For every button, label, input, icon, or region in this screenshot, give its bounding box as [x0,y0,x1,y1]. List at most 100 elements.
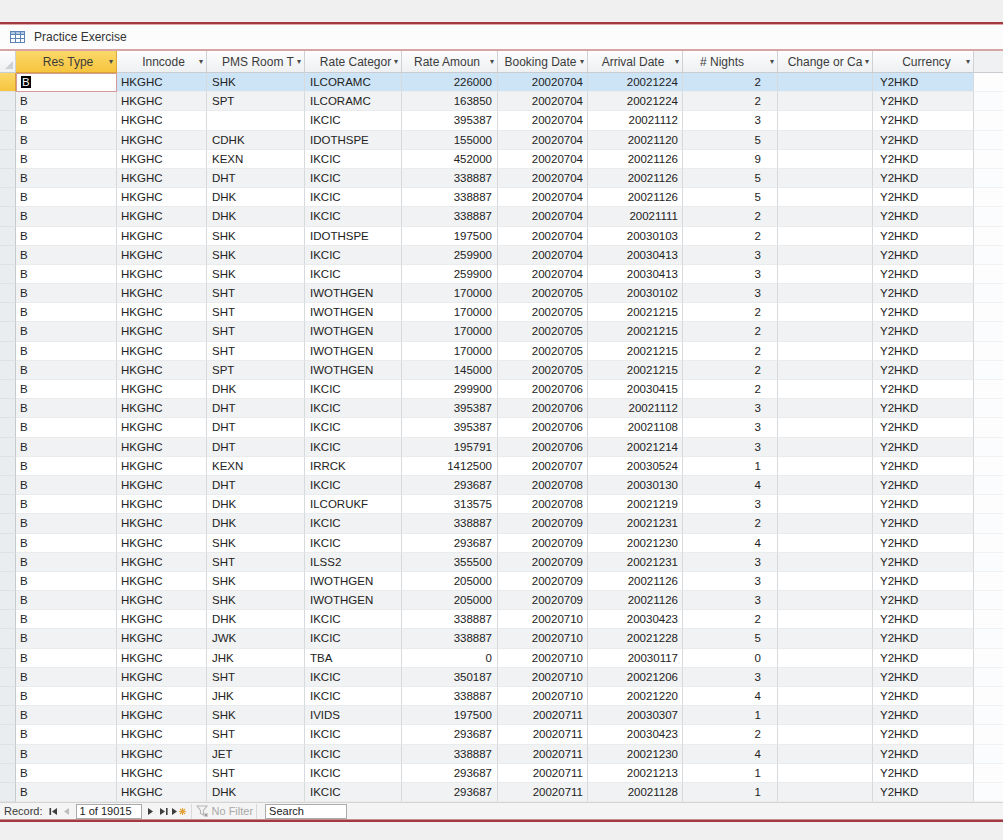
cell-rate-category[interactable]: IKCIC [305,418,402,437]
cell-currency[interactable]: Y2HKD [873,553,974,572]
cell-rate-amount[interactable]: 226000 [402,73,498,92]
cell-nights[interactable]: 3 [683,284,778,303]
object-tab-title[interactable]: Practice Exercise [34,30,127,44]
cell-change-or-cancel[interactable] [778,361,873,380]
cell-currency[interactable]: Y2HKD [873,591,974,610]
cell-currency[interactable]: Y2HKD [873,322,974,341]
cell-inncode[interactable]: HKGHC [117,572,207,591]
cell-currency[interactable]: Y2HKD [873,649,974,668]
cell-arrival-date[interactable]: 20021230 [588,534,683,553]
cell-booking-date[interactable]: 20020711 [498,725,588,744]
cell-inncode[interactable]: HKGHC [117,495,207,514]
next-record-icon[interactable] [145,804,158,819]
cell-currency[interactable]: Y2HKD [873,572,974,591]
cell-rate-category[interactable]: IDOTHSPE [305,131,402,150]
cell-arrival-date[interactable]: 20021215 [588,303,683,322]
cell-rate-amount[interactable]: 293687 [402,783,498,802]
cell-change-or-cancel[interactable] [778,706,873,725]
cell-booking-date[interactable]: 20020711 [498,764,588,783]
cell-rate-amount[interactable]: 205000 [402,591,498,610]
cell-inncode[interactable]: HKGHC [117,514,207,533]
cell-currency[interactable]: Y2HKD [873,610,974,629]
cell-change-or-cancel[interactable] [778,322,873,341]
cell-room-type[interactable]: JHK [207,687,305,706]
cell-nights[interactable]: 2 [683,303,778,322]
cell-arrival-date[interactable]: 20021214 [588,438,683,457]
cell-booking-date[interactable]: 20020710 [498,629,588,648]
cell-arrival-date[interactable]: 20021126 [588,150,683,169]
cell-nights[interactable]: 4 [683,476,778,495]
cell-res-type[interactable]: B [16,649,117,668]
cell-res-type[interactable]: B [16,687,117,706]
cell-rate-amount[interactable]: 170000 [402,284,498,303]
cell-rate-category[interactable]: IKCIC [305,629,402,648]
cell-booking-date[interactable]: 20020705 [498,284,588,303]
cell-rate-category[interactable]: IKCIC [305,399,402,418]
cell-res-type[interactable]: B [16,284,117,303]
cell-nights[interactable]: 2 [683,725,778,744]
cell-res-type[interactable]: B [16,246,117,265]
cell-res-type[interactable]: B [16,629,117,648]
cell-nights[interactable]: 1 [683,764,778,783]
cell-rate-category[interactable]: IKCIC [305,610,402,629]
cell-rate-amount[interactable]: 293687 [402,534,498,553]
cell-rate-amount[interactable]: 338887 [402,188,498,207]
cell-currency[interactable]: Y2HKD [873,745,974,764]
cell-rate-category[interactable]: ILCORUKF [305,495,402,514]
row-selector[interactable] [0,745,16,764]
cell-room-type[interactable]: DHK [207,380,305,399]
row-selector[interactable] [0,514,16,533]
cell-room-type[interactable]: SHT [207,668,305,687]
row-selector[interactable] [0,591,16,610]
cell-res-type[interactable]: B [16,438,117,457]
cell-rate-amount[interactable]: 1412500 [402,457,498,476]
cell-rate-category[interactable]: IDOTHSPE [305,227,402,246]
cell-nights[interactable]: 2 [683,610,778,629]
cell-change-or-cancel[interactable] [778,745,873,764]
cell-rate-category[interactable]: IKCIC [305,150,402,169]
column-header-res-type[interactable]: Res Type▾ [16,51,117,73]
cell-arrival-date[interactable]: 20021230 [588,745,683,764]
cell-inncode[interactable]: HKGHC [117,764,207,783]
cell-rate-amount[interactable]: 338887 [402,629,498,648]
cell-rate-amount[interactable]: 452000 [402,150,498,169]
cell-res-type[interactable]: B [16,745,117,764]
row-selector[interactable] [0,169,16,188]
cell-inncode[interactable]: HKGHC [117,438,207,457]
filter-funnel-icon[interactable] [195,804,210,819]
cell-nights[interactable]: 1 [683,783,778,802]
cell-nights[interactable]: 3 [683,591,778,610]
cell-nights[interactable]: 2 [683,322,778,341]
cell-booking-date[interactable]: 20020704 [498,207,588,226]
cell-nights[interactable]: 2 [683,514,778,533]
cell-inncode[interactable]: HKGHC [117,783,207,802]
cell-room-type[interactable]: SHT [207,284,305,303]
row-selector[interactable] [0,418,16,437]
cell-res-type[interactable]: B [16,342,117,361]
cell-booking-date[interactable]: 20020705 [498,303,588,322]
cell-arrival-date[interactable]: 20021206 [588,668,683,687]
cell-arrival-date[interactable]: 20021120 [588,131,683,150]
row-selector[interactable] [0,188,16,207]
cell-booking-date[interactable]: 20020709 [498,591,588,610]
cell-booking-date[interactable]: 20020706 [498,438,588,457]
row-selector[interactable] [0,399,16,418]
row-selector[interactable] [0,783,16,802]
row-selector[interactable] [0,131,16,150]
cell-currency[interactable]: Y2HKD [873,188,974,207]
cell-booking-date[interactable]: 20020710 [498,687,588,706]
cell-arrival-date[interactable]: 20021224 [588,73,683,92]
cell-booking-date[interactable]: 20020704 [498,73,588,92]
cell-inncode[interactable]: HKGHC [117,380,207,399]
cell-res-type[interactable]: B [16,764,117,783]
cell-change-or-cancel[interactable] [778,265,873,284]
cell-booking-date[interactable]: 20020710 [498,649,588,668]
cell-nights[interactable]: 9 [683,150,778,169]
cell-change-or-cancel[interactable] [778,783,873,802]
cell-inncode[interactable]: HKGHC [117,227,207,246]
cell-booking-date[interactable]: 20020704 [498,150,588,169]
cell-res-type[interactable]: B [16,534,117,553]
cell-change-or-cancel[interactable] [778,131,873,150]
cell-change-or-cancel[interactable] [778,150,873,169]
cell-change-or-cancel[interactable] [778,610,873,629]
